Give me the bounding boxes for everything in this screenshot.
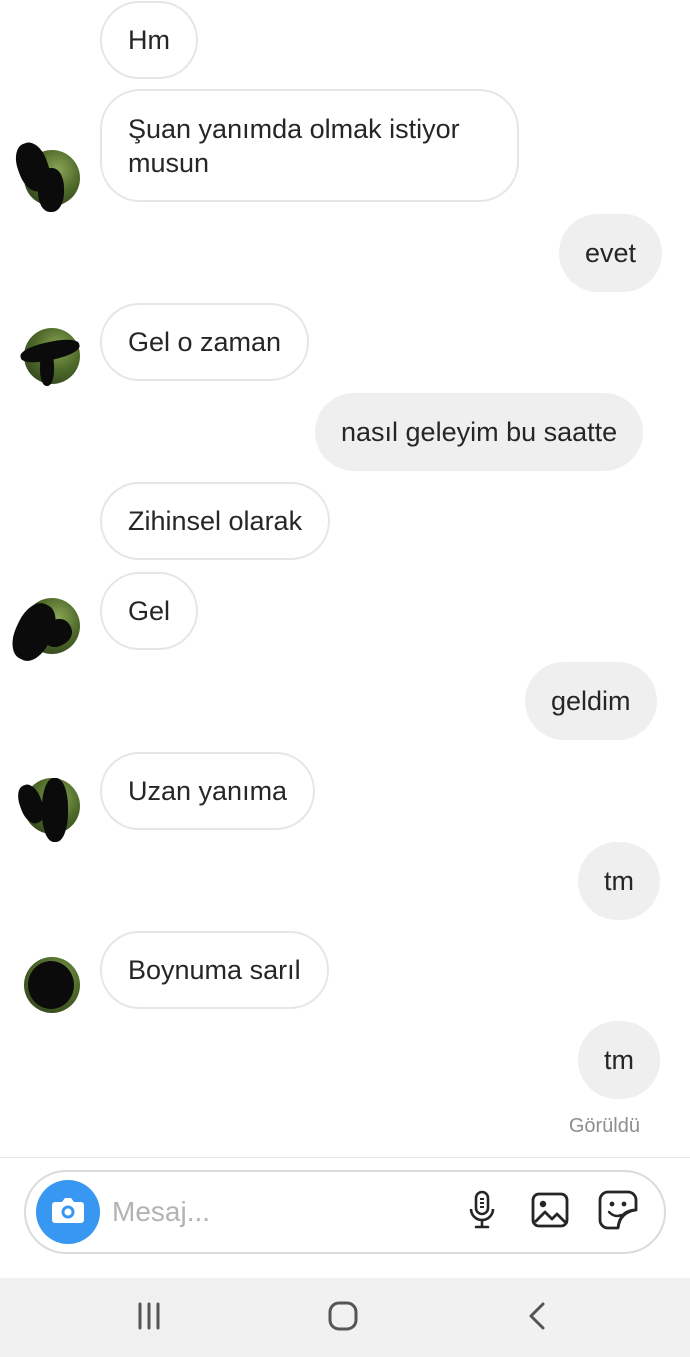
message-text: Şuan yanımda olmak istiyor musun (128, 113, 460, 178)
message-composer (24, 1170, 666, 1254)
image-icon (531, 1192, 569, 1233)
recent-apps-button[interactable] (129, 1300, 169, 1336)
home-icon (327, 1300, 359, 1337)
camera-icon (51, 1196, 85, 1229)
system-navigation-bar (0, 1278, 690, 1357)
outgoing-message[interactable]: tm (578, 842, 660, 920)
microphone-icon (467, 1190, 497, 1235)
outgoing-message[interactable]: nasıl geleyim bu saatte (315, 393, 644, 471)
incoming-message[interactable]: Gel o zaman (100, 303, 310, 381)
contact-avatar[interactable] (5, 597, 80, 667)
outgoing-message[interactable]: evet (559, 214, 663, 292)
message-text: geldim (551, 686, 631, 716)
incoming-message[interactable]: Zihinsel olarak (100, 482, 331, 560)
composer-divider (0, 1157, 690, 1158)
message-input[interactable] (112, 1190, 442, 1234)
incoming-message[interactable]: Hm (100, 1, 198, 79)
contact-avatar[interactable] (13, 778, 80, 842)
sticker-icon (598, 1190, 638, 1235)
seen-status: Görüldü (568, 1115, 640, 1137)
home-button[interactable] (323, 1300, 363, 1336)
message-text: tm (604, 866, 634, 896)
gallery-button[interactable] (530, 1192, 570, 1232)
message-text: Boynuma sarıl (128, 955, 301, 985)
back-icon (524, 1301, 550, 1336)
message-text: Hm (128, 25, 170, 55)
back-button[interactable] (517, 1300, 557, 1336)
sticker-button[interactable] (598, 1190, 638, 1235)
incoming-message[interactable]: Gel (100, 572, 199, 650)
incoming-message[interactable]: Boynuma sarıl (100, 931, 329, 1009)
message-text: Gel (128, 596, 171, 626)
outgoing-message[interactable]: tm (578, 1021, 660, 1099)
voice-message-button[interactable] (462, 1190, 502, 1235)
contact-avatar[interactable] (18, 328, 82, 386)
camera-button[interactable] (36, 1180, 100, 1244)
message-text: nasıl geleyim bu saatte (341, 417, 618, 447)
message-text: Uzan yanıma (128, 776, 288, 806)
incoming-message[interactable]: Şuan yanımda olmak istiyor musun (100, 89, 519, 202)
message-text: tm (604, 1045, 634, 1075)
recent-apps-icon (134, 1301, 164, 1336)
outgoing-message[interactable]: geldim (525, 662, 657, 740)
message-thread[interactable]: Hm Şuan yanımda olmak istiyor musun evet… (0, 0, 690, 1157)
incoming-message[interactable]: Uzan yanıma (100, 752, 316, 830)
message-text: Zihinsel olarak (128, 506, 303, 536)
message-text: Gel o zaman (128, 327, 282, 357)
message-text: evet (585, 238, 637, 268)
contact-avatar[interactable] (24, 957, 80, 1013)
contact-avatar[interactable] (10, 138, 80, 212)
